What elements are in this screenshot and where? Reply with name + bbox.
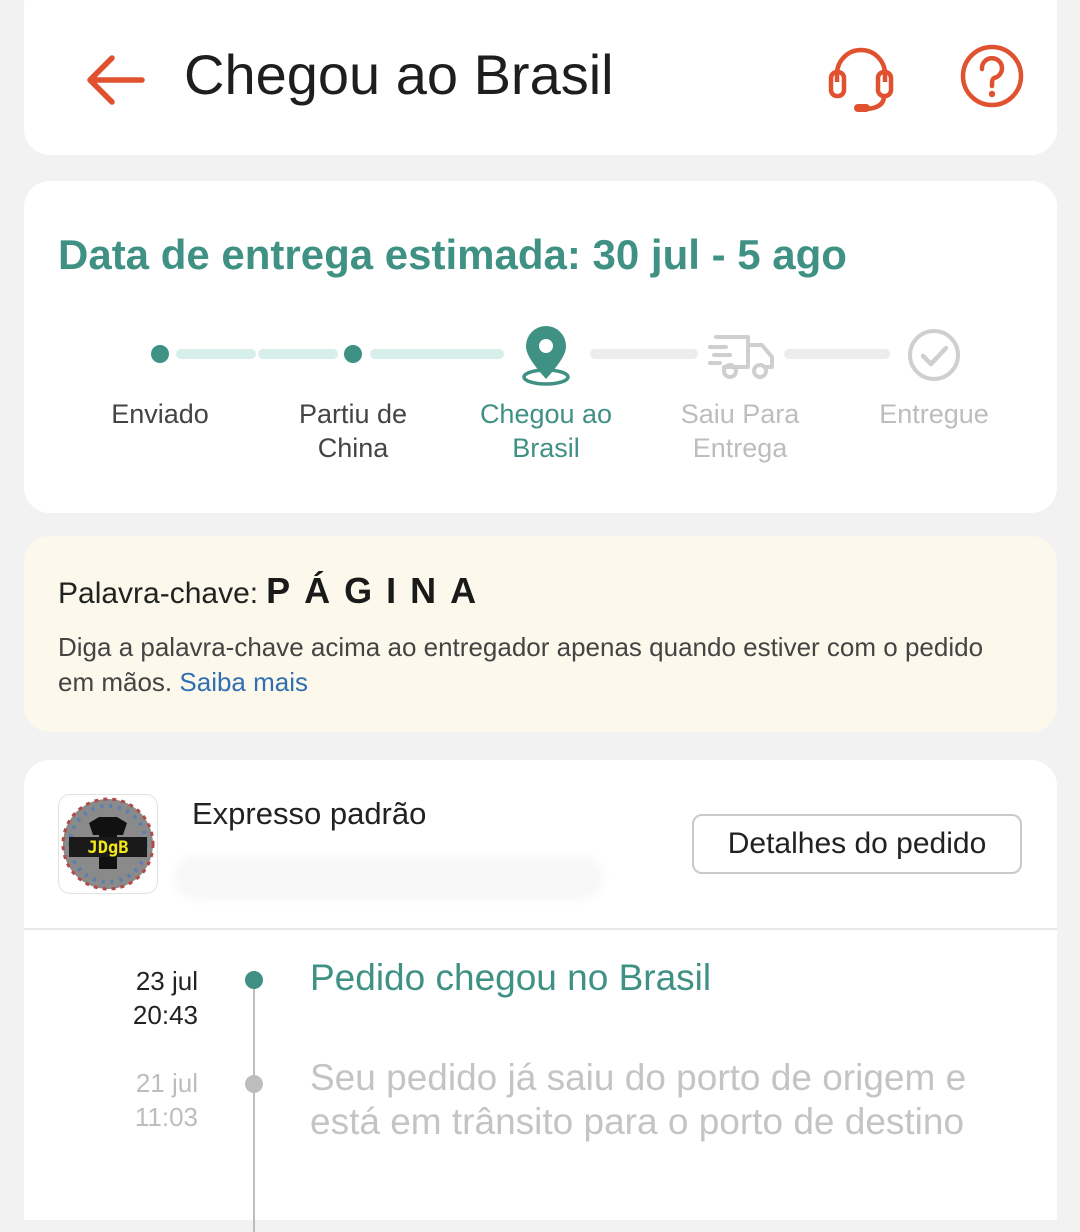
timeline-event-text: Seu pedido já saiu do porto de origem e … bbox=[310, 1057, 967, 1142]
keyword-label: Palavra-chave: bbox=[58, 577, 259, 610]
step-label-partiu-de-china: Partiu de China bbox=[298, 399, 408, 463]
estimated-delivery-date: Data de entrega estimada: 30 jul - 5 ago bbox=[58, 231, 847, 278]
step-label-entregue: Entregue bbox=[879, 399, 989, 429]
progress-line-done bbox=[176, 349, 256, 359]
divider bbox=[24, 928, 1057, 930]
progress-line-pending bbox=[784, 349, 890, 359]
shipping-method: Expresso padrão bbox=[192, 796, 427, 831]
question-circle-icon bbox=[960, 44, 1024, 108]
timeline-line bbox=[253, 972, 255, 1232]
back-button[interactable] bbox=[80, 48, 152, 112]
page-title: Chegou ao Brasil bbox=[184, 43, 614, 106]
support-button[interactable] bbox=[828, 42, 894, 114]
progress-line-done bbox=[370, 349, 504, 359]
progress-line-done bbox=[258, 349, 338, 359]
headset-icon bbox=[828, 47, 894, 112]
store-logo-image: JDgB bbox=[61, 797, 155, 891]
store-logo-text: JDgB bbox=[88, 838, 129, 858]
keyword-instructions: Diga a palavra-chave acima ao entregador… bbox=[58, 632, 984, 697]
step-label-saiu-para-entrega: Saiu Para Entrega bbox=[680, 399, 800, 463]
delivery-truck-icon bbox=[708, 335, 774, 379]
step-dot-enviado bbox=[151, 345, 169, 363]
shipment-card: JDgB Expresso padrão Detalhes do pedido … bbox=[24, 760, 1057, 1232]
step-label-chegou-ao-brasil: Chegou ao Brasil bbox=[479, 399, 613, 463]
timeline-dot-active bbox=[245, 971, 263, 989]
help-button[interactable] bbox=[958, 42, 1026, 110]
learn-more-link[interactable]: Saiba mais bbox=[179, 667, 308, 697]
step-label-enviado: Enviado bbox=[111, 399, 209, 429]
store-avatar: JDgB bbox=[58, 794, 158, 894]
header-bar: Chegou ao Brasil bbox=[24, 0, 1057, 155]
delivery-progress-card: Data de entrega estimada: 30 jul - 5 ago… bbox=[24, 181, 1057, 513]
blurred-tracking-number bbox=[174, 856, 604, 900]
arrow-left-icon bbox=[87, 55, 145, 105]
keyword-row: Palavra-chave: PÁGINA bbox=[58, 570, 490, 612]
delivery-keyword-card: Palavra-chave: PÁGINA Diga a palavra-chav… bbox=[24, 536, 1057, 732]
keyword-value: PÁGINA bbox=[266, 570, 491, 611]
order-details-button[interactable]: Detalhes do pedido bbox=[692, 814, 1022, 874]
check-circle-icon bbox=[908, 329, 960, 381]
timeline-dot-past bbox=[245, 1075, 263, 1093]
step-dot-partiu-de-china bbox=[344, 345, 362, 363]
timeline-event-text: Pedido chegou no Brasil bbox=[310, 957, 712, 998]
location-pin-icon bbox=[522, 326, 570, 386]
timeline-event-timestamp: 21 jul 11:03 bbox=[134, 1068, 198, 1132]
progress-line-pending bbox=[590, 349, 698, 359]
timeline-event-timestamp: 23 jul 20:43 bbox=[132, 966, 198, 1030]
